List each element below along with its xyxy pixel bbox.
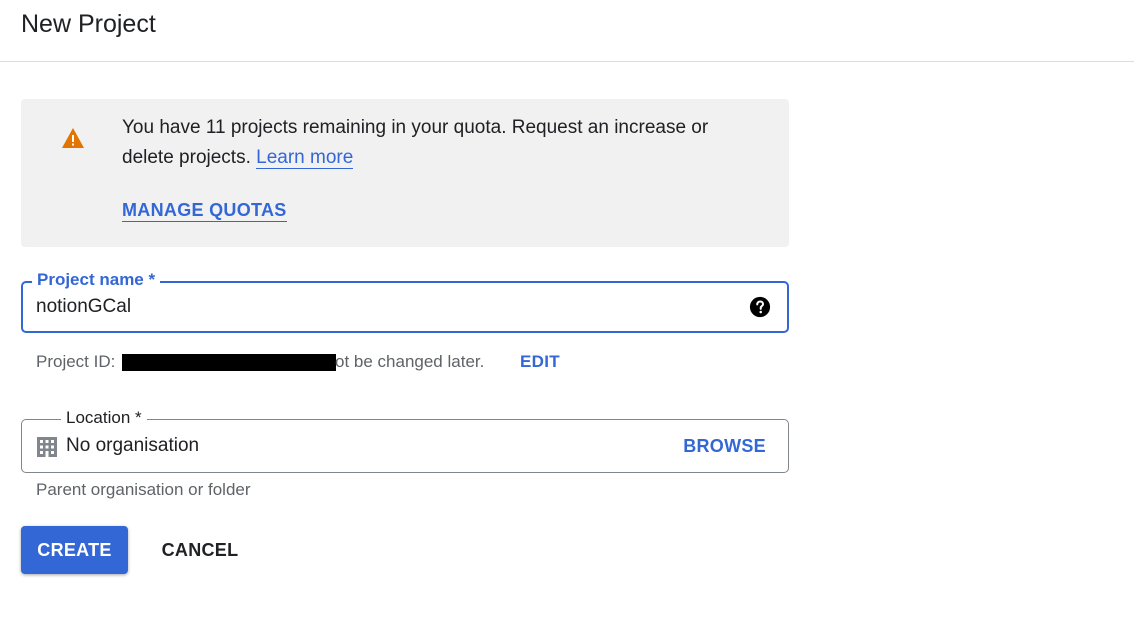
project-name-input[interactable]: notionGCal [36,296,131,318]
project-name-label: Project name * [32,270,161,290]
browse-button[interactable]: BROWSE [683,436,766,457]
help-icon[interactable] [749,296,771,318]
redacted-project-id [122,354,336,371]
quota-message: You have 11 projects remaining in your q… [122,117,709,168]
quota-notice: You have 11 projects remaining in your q… [21,99,789,247]
cancel-button[interactable]: CANCEL [150,526,250,574]
page-header: New Project [0,0,1134,62]
location-field[interactable]: Location * No organisation BROWSE [21,408,789,473]
create-button[interactable]: CREATE [21,526,128,574]
building-icon [37,437,57,457]
quota-notice-text: You have 11 projects remaining in your q… [122,113,742,173]
learn-more-link[interactable]: Learn more [256,147,354,169]
page-title: New Project [21,10,156,38]
location-label: Location * [61,408,147,428]
location-hint: Parent organisation or folder [36,480,251,499]
warning-icon [62,128,84,148]
project-name-field[interactable]: Project name * notionGCal [21,270,789,333]
manage-quotas-link[interactable]: MANAGE QUOTAS [122,199,287,222]
location-value: No organisation [66,435,200,456]
project-id-note: ot be changed later. [335,352,485,371]
project-id-label: Project ID: [36,352,116,371]
edit-project-id-button[interactable]: EDIT [520,352,560,372]
